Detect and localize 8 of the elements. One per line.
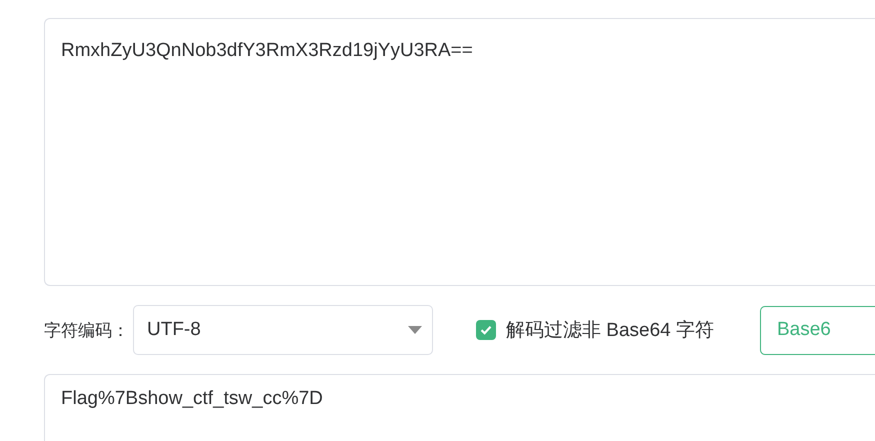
caret-icon: [408, 326, 422, 334]
encoded-text-field[interactable]: RmxhZyU3QnNob3dfY3RmX3Rzd19jYyU3RA==: [44, 18, 875, 286]
checkbox[interactable]: [476, 320, 496, 340]
decoded-text-field[interactable]: Flag%7Bshow_ctf_tsw_cc%7D: [44, 374, 875, 441]
filter-checkbox-label[interactable]: 解码过滤非 Base64 字符: [506, 317, 714, 343]
charset-select[interactable]: UTF-8: [133, 305, 433, 355]
charset-label: 字符编码：: [44, 320, 129, 342]
check-icon: [480, 325, 492, 335]
